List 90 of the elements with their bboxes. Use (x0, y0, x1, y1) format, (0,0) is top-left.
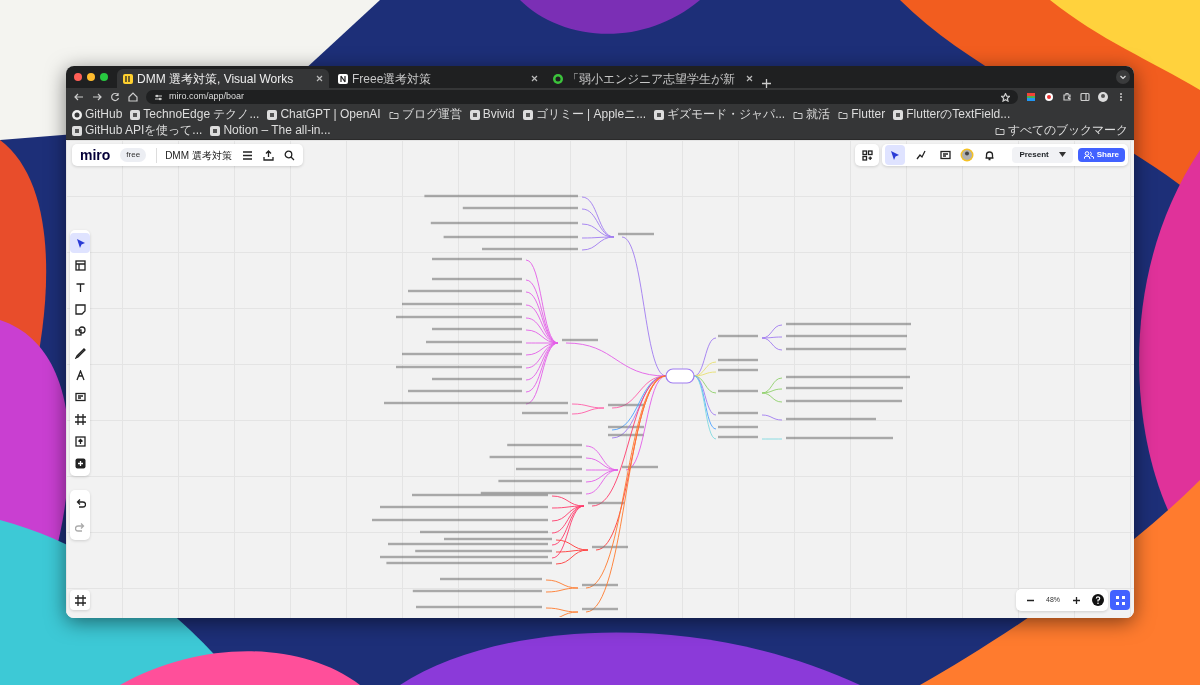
star-icon[interactable] (1001, 92, 1010, 102)
sticky-note-icon (74, 303, 86, 315)
frames-button[interactable] (70, 590, 90, 610)
bookmark[interactable]: ギズモード・ジャパ... (654, 107, 786, 122)
comment-icon (74, 391, 86, 403)
text-icon (74, 281, 86, 293)
new-tab-icon[interactable] (762, 79, 771, 88)
all-bookmarks-link[interactable]: すべてのブックマーク (995, 123, 1128, 138)
plus-icon (74, 457, 86, 469)
plus-icon (1071, 595, 1081, 605)
site-icon (72, 125, 82, 136)
avatar-icon[interactable] (960, 148, 975, 162)
minimize-window-button[interactable] (87, 73, 95, 81)
tab-list-icon[interactable] (1116, 70, 1130, 84)
plan-badge: free (120, 148, 147, 162)
github-icon (72, 109, 82, 120)
miro-icon (123, 73, 133, 84)
maximize-window-button[interactable] (100, 73, 108, 81)
side-panel-icon[interactable] (1080, 92, 1090, 102)
site-icon (469, 109, 480, 120)
browser-tab[interactable]: Freee選考対策 (332, 69, 544, 88)
site-icon (267, 109, 278, 120)
folder-icon (995, 125, 1005, 136)
folder-icon (838, 109, 849, 120)
folder-icon (793, 109, 804, 120)
site-icon (130, 109, 141, 120)
puzzle-icon[interactable] (1062, 92, 1072, 102)
menu-icon[interactable] (241, 149, 253, 161)
close-icon[interactable] (316, 75, 323, 82)
bookmark[interactable]: GitHub APIを使って... (72, 123, 203, 138)
bookmark[interactable]: Notion – The all-in... (210, 123, 331, 138)
present-button[interactable]: Present (1012, 146, 1073, 164)
bookmark[interactable]: FlutterのTextField... (893, 107, 1011, 122)
upload-icon (74, 435, 86, 447)
bookmark[interactable]: TechnoEdge テクノ... (130, 107, 260, 122)
reload-icon[interactable] (110, 92, 120, 102)
upload-icon[interactable] (262, 149, 274, 161)
bookmark[interactable]: ゴリミー | Appleニ... (522, 107, 647, 122)
board-title[interactable]: DMM 選考対策 (156, 147, 232, 163)
close-icon[interactable] (746, 75, 753, 82)
pen-icon (74, 347, 86, 359)
home-icon[interactable] (128, 92, 138, 102)
undo-icon (74, 497, 86, 509)
curve-icon (74, 369, 86, 381)
bookmark[interactable]: ブログ運営 (388, 107, 462, 122)
cursor-icon (74, 237, 86, 249)
search-icon[interactable] (283, 149, 295, 161)
avatar-icon[interactable] (1098, 92, 1108, 102)
redo-icon (74, 521, 86, 533)
miro-logo[interactable]: miro (80, 144, 111, 166)
frame-icon (74, 413, 86, 425)
caret-icon (1058, 152, 1066, 158)
bell-icon (983, 149, 995, 161)
share-button[interactable]: Share (1077, 147, 1125, 163)
apps-icon[interactable] (861, 149, 873, 161)
browser-tab[interactable]: DMM 選考対策, Visual Works (117, 69, 329, 88)
address-bar[interactable]: miro.com/app/boar (146, 90, 1018, 104)
cursor-icon (889, 149, 901, 161)
url-text: miro.com/app/boar (169, 90, 245, 104)
bookmark[interactable]: GitHub (72, 107, 123, 122)
frame-icon (74, 594, 86, 606)
site-icon (893, 109, 904, 120)
pen-icon (914, 149, 926, 161)
help-icon[interactable] (1092, 594, 1104, 606)
cursor-mode-button[interactable] (885, 145, 906, 165)
bookmark[interactable]: ChatGPT | OpenAI (267, 107, 381, 122)
tool-button[interactable] (70, 233, 90, 253)
close-icon[interactable] (531, 75, 538, 82)
comment-icon (939, 149, 951, 161)
close-window-button[interactable] (74, 73, 82, 81)
people-icon (1083, 151, 1094, 159)
bookmark[interactable]: 就活 (793, 107, 831, 122)
bookmark[interactable]: Flutter (838, 107, 886, 122)
site-icon (210, 125, 221, 136)
minimap-icon (1114, 594, 1126, 606)
site-icon (654, 109, 665, 120)
site-settings-icon[interactable] (154, 92, 163, 102)
notion-icon (338, 73, 348, 84)
record-icon[interactable] (1044, 92, 1054, 102)
circle-icon (553, 73, 563, 84)
bookmark[interactable]: Bvivid (469, 107, 515, 122)
extension-icon[interactable] (1026, 92, 1036, 102)
browser-tab[interactable]: 「弱小エンジニア志望学生が新 (547, 69, 759, 88)
forward-icon[interactable] (92, 92, 102, 102)
back-icon[interactable] (74, 92, 84, 102)
site-icon (522, 109, 533, 120)
templates-icon (74, 259, 86, 271)
folder-icon (388, 109, 399, 120)
minimap-button[interactable] (1110, 590, 1130, 610)
shapes-icon (74, 325, 86, 337)
